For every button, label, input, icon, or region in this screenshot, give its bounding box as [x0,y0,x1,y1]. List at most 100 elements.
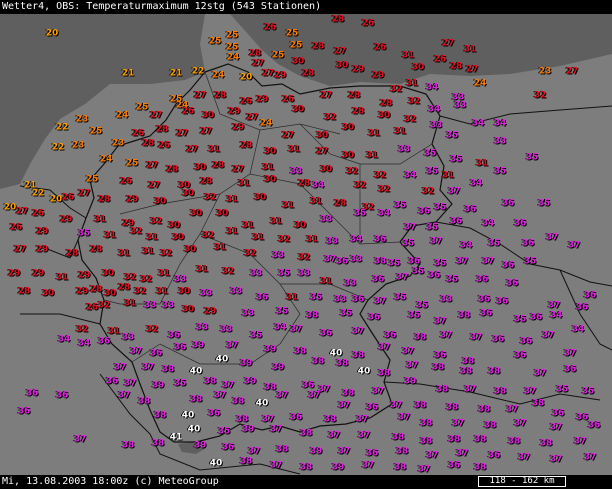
station-value: 36 [475,274,489,285]
station-value: 35 [415,300,429,311]
station-value: 37 [337,446,351,457]
station-value: 39 [403,376,417,387]
station-value: 31 [475,158,489,169]
station-value: 26 [263,22,277,33]
station-value: 37 [469,332,483,343]
station-value: 35 [173,378,187,389]
station-value: 22 [191,66,205,77]
station-value: 36 [335,256,349,267]
station-value: 39 [241,424,255,435]
station-value: 34 [459,240,473,251]
station-value: 26 [9,222,23,233]
station-value: 36 [367,312,381,323]
station-value: 28 [155,124,169,135]
station-value: 28 [331,14,345,25]
station-value: 37 [221,380,235,391]
station-value: 31 [365,150,379,161]
station-value: 28 [141,138,155,149]
station-value: 40 [189,366,203,377]
station-value: 37 [439,330,453,341]
station-value: 27 [231,164,245,175]
station-value: 37 [261,414,275,425]
station-value: 31 [319,276,333,287]
station-value: 31 [145,232,159,243]
station-value: 38 [189,394,203,405]
station-value: 24 [473,78,487,89]
station-value: 33 [219,324,233,335]
station-value: 38 [447,434,461,445]
station-value: 27 [281,130,295,141]
station-value: 29 [35,226,49,237]
station-value: 27 [193,90,207,101]
station-value: 38 [305,310,319,321]
station-value: 20 [3,202,17,213]
station-value: 25 [85,174,99,185]
station-value: 30 [103,288,117,299]
station-value: 37 [307,390,321,401]
station-value: 25 [208,36,222,47]
station-value: 30 [411,62,425,73]
station-value: 20 [239,72,253,83]
station-value: 38 [377,368,391,379]
station-value: 28 [347,90,361,101]
station-value: 27 [261,68,275,79]
station-value: 29 [255,94,269,105]
station-value: 31 [287,144,301,155]
station-value: 37 [403,222,417,233]
station-value: 39 [243,376,257,387]
station-value: 38 [477,404,491,415]
station-value: 24 [226,52,240,63]
station-value: 39 [151,380,165,391]
station-value: 33 [241,308,255,319]
station-value: 33 [229,286,243,297]
station-value: 33 [199,288,213,299]
station-value: 38 [121,440,135,451]
station-value: 25 [89,126,103,137]
station-value: 36 [301,380,315,391]
station-value: 28 [17,286,31,297]
station-value: 31 [269,216,283,227]
station-value: 40 [209,458,223,469]
temperature-map[interactable]: 20 28 26 25 26 25 25 25 28 25 25 28 27 24 27 30 27 26 31 27… [0,14,612,475]
station-value: 24 [99,154,113,165]
station-value: 32 [533,90,547,101]
station-value: 36 [25,388,39,399]
station-value: 37 [357,430,371,441]
station-value: 30 [171,232,185,243]
station-value: 30 [253,192,267,203]
station-value: 34 [403,170,417,181]
station-value: 32 [221,266,235,277]
station-value: 36 [505,278,519,289]
station-value: 38 [161,364,175,375]
station-value: 37 [513,418,527,429]
station-value: 39 [191,340,205,351]
station-value: 30 [377,110,391,121]
station-value: 39 [309,446,323,457]
station-value: 27 [251,58,265,69]
station-value: 39 [271,362,285,373]
station-value: 36 [255,292,269,303]
station-value: 38 [231,396,245,407]
station-value: 34 [311,180,325,191]
station-value: 35 [309,292,323,303]
station-value: 38 [539,438,553,449]
station-value: 31 [261,162,275,173]
station-value: 37 [129,346,143,357]
footer-timestamp: Mi, 13.08.2003 18:00z (c) MeteoGroup [2,476,219,487]
station-value: 20 [49,194,63,205]
station-value: 35 [513,314,527,325]
map-window: Wetter4, OBS: Temperaturmaximum 12stg (5… [0,0,612,489]
station-value: 37 [505,404,519,415]
station-value: 26 [61,192,75,203]
station-value: 37 [463,384,477,395]
station-value: 38 [391,432,405,443]
station-value: 38 [299,428,313,439]
station-value: 36 [479,308,493,319]
station-value: 30 [177,286,191,297]
station-value: 37 [517,452,531,463]
station-value: 26 [433,54,447,65]
station-value: 37 [583,452,597,463]
station-value: 28 [97,194,111,205]
station-value: 37 [433,316,447,327]
station-value: 32 [97,300,111,311]
